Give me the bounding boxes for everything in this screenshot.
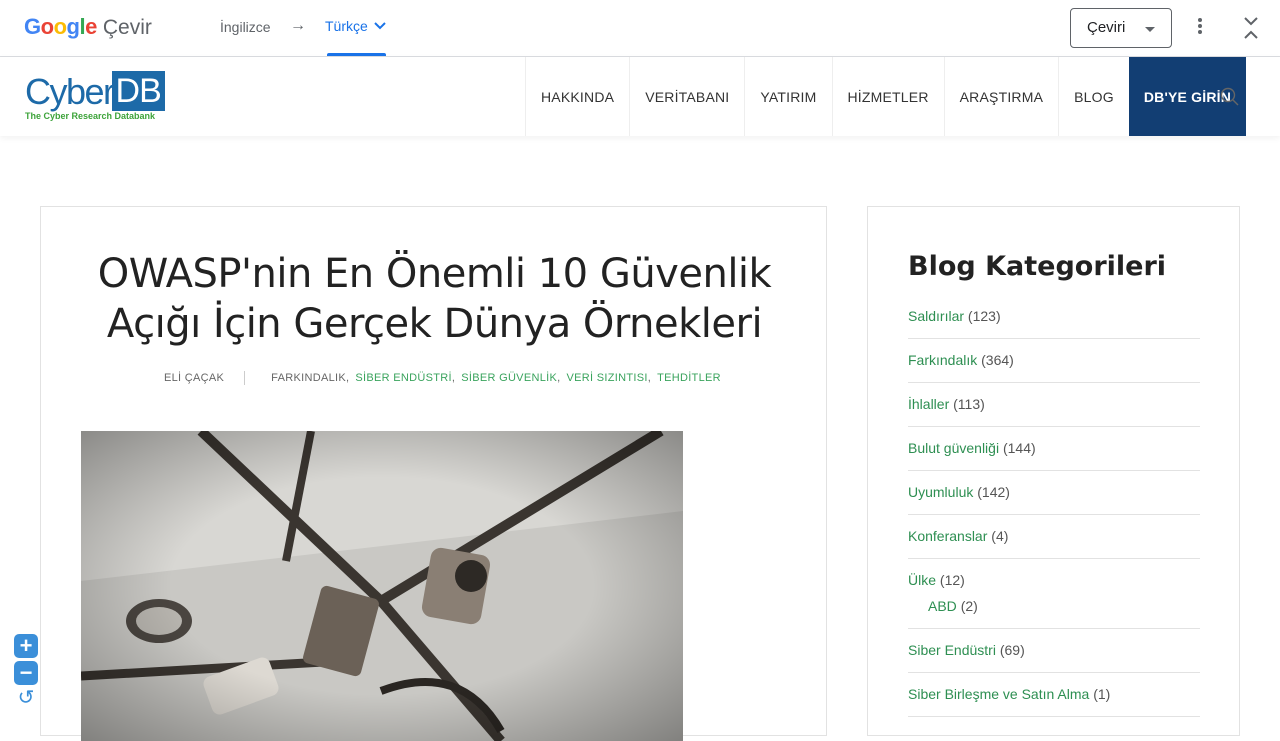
reset-zoom-icon[interactable]: ↺	[14, 688, 38, 708]
translate-product-label: Çevir	[102, 16, 152, 39]
list-item: Saldırılar (123)	[908, 295, 1200, 339]
article-title-line1: OWASP'nin En Önemli 10 Güvenlik	[97, 251, 772, 297]
list-item: Farkındalık (364)	[908, 339, 1200, 383]
chevron-down-icon	[374, 22, 386, 30]
category-count: (144)	[1002, 440, 1036, 456]
zoom-in-icon[interactable]: +	[14, 634, 38, 658]
site-header: CyberDB The Cyber Research Databank HAKK…	[0, 57, 1280, 136]
logo-tagline: The Cyber Research Databank	[25, 111, 156, 121]
google-wordmark: Google	[24, 14, 97, 39]
category-count: (364)	[981, 352, 1014, 368]
translate-bar: Google Çevir İngilizce → Türkçe Çeviri	[0, 0, 1280, 57]
category-link[interactable]: Bulut güvenliği	[908, 440, 999, 456]
main-nav: HAKKINDA VERİTABANI YATIRIM HİZMETLER AR…	[525, 57, 1247, 136]
category-count: (123)	[967, 308, 1001, 324]
sub-list-item: ABD (2)	[908, 588, 1200, 614]
article-card: OWASP'nin En Önemli 10 Güvenlik Açığı İç…	[40, 206, 828, 741]
target-language-tab[interactable]: Türkçe	[325, 18, 386, 34]
category-count: (142)	[977, 484, 1010, 500]
author-link[interactable]: ELİ ÇAÇAK	[164, 372, 224, 384]
translation-mode-select[interactable]: Çeviri	[1070, 8, 1172, 48]
dropdown-caret-icon	[1145, 27, 1155, 32]
more-options-icon[interactable]	[1190, 16, 1210, 40]
search-icon[interactable]	[1218, 85, 1242, 109]
meta-divider	[244, 371, 246, 385]
zoom-out-icon[interactable]: −	[14, 661, 38, 685]
category-link[interactable]: TEHDİTLER	[657, 372, 721, 384]
list-item: Bulut güvenliği (144)	[908, 427, 1200, 471]
nav-item-hakkinda[interactable]: HAKKINDA	[525, 57, 629, 136]
target-language-label: Türkçe	[325, 18, 368, 34]
category-count: (12)	[939, 572, 965, 588]
google-translate-logo[interactable]: Google Çevir	[24, 14, 152, 40]
article-meta: ELİ ÇAÇAK FARKINDALIK, SİBER ENDÜSTRİ, S…	[164, 371, 721, 385]
category-count: (69)	[999, 642, 1025, 658]
list-item: Siber Endüstri (69)	[908, 629, 1200, 673]
category-link[interactable]: Saldırılar	[908, 308, 964, 324]
zoom-controls: + − ↺	[14, 634, 38, 708]
article-title: OWASP'nin En Önemli 10 Güvenlik Açığı İç…	[41, 249, 828, 349]
category-link[interactable]: İhlaller	[908, 396, 949, 412]
category-count: (1)	[1093, 686, 1111, 702]
subcategory-link[interactable]: ABD	[928, 598, 957, 614]
nav-item-hizmetler[interactable]: HİZMETLER	[831, 57, 944, 136]
list-item: Siber Birleşme ve Satın Alma (1)	[908, 673, 1200, 717]
category-link[interactable]: Farkındalık	[908, 352, 977, 368]
category-link[interactable]: Siber Endüstri	[908, 642, 996, 658]
collapse-icon[interactable]	[1241, 16, 1261, 40]
list-item: Uyumluluk (142)	[908, 471, 1200, 515]
nav-item-blog[interactable]: BLOG	[1058, 57, 1129, 136]
nav-item-arastirma[interactable]: ARAŞTIRMA	[943, 57, 1058, 136]
category-link[interactable]: Siber Birleşme ve Satın Alma	[908, 686, 1089, 702]
category-list: Saldırılar (123) Farkındalık (364) İhlal…	[908, 295, 1200, 717]
blog-categories-widget: Blog Kategorileri Saldırılar (123) Farkı…	[867, 206, 1240, 736]
translation-mode-value: Çeviri	[1087, 19, 1126, 36]
active-tab-indicator	[327, 53, 386, 56]
category-link[interactable]: VERİ SIZINTISI	[566, 372, 647, 384]
category-link[interactable]: FARKINDALIK	[271, 372, 346, 384]
category-link[interactable]: SİBER GÜVENLİK	[461, 372, 557, 384]
list-item: Ülke (12) ABD (2)	[908, 559, 1200, 629]
subcategory-count: (2)	[960, 598, 978, 614]
cyberdb-logo[interactable]: CyberDB The Cyber Research Databank	[25, 71, 165, 121]
category-count: (4)	[991, 528, 1009, 544]
sidebar-title: Blog Kategorileri	[908, 251, 1167, 282]
nav-item-yatirim[interactable]: YATIRIM	[744, 57, 831, 136]
category-link[interactable]: Uyumluluk	[908, 484, 973, 500]
list-item: İhlaller (113)	[908, 383, 1200, 427]
category-link[interactable]: Konferanslar	[908, 528, 987, 544]
category-link[interactable]: SİBER ENDÜSTRİ	[355, 372, 452, 384]
nav-item-veritabani[interactable]: VERİTABANI	[629, 57, 744, 136]
source-language[interactable]: İngilizce	[220, 19, 271, 35]
list-item: Konferanslar (4)	[908, 515, 1200, 559]
category-link[interactable]: Ülke	[908, 572, 936, 588]
category-count: (113)	[953, 396, 985, 412]
logo-db-text: DB	[111, 71, 165, 111]
article-title-line2: Açığı İçin Gerçek Dünya Örnekleri	[106, 301, 763, 347]
arrow-right-icon: →	[290, 17, 306, 34]
featured-image	[81, 431, 683, 741]
logo-cyber-text: Cyber	[25, 71, 115, 112]
